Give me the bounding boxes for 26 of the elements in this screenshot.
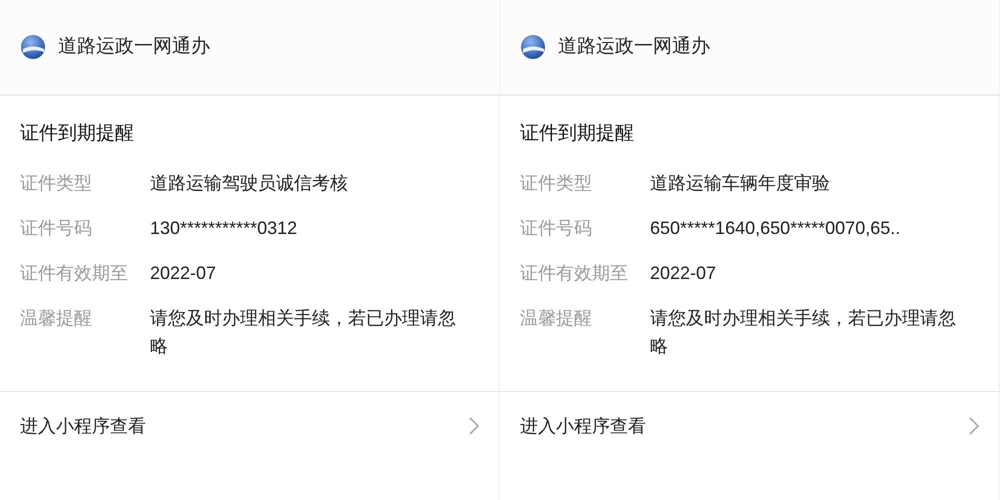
chevron-right-icon bbox=[969, 417, 979, 435]
field-value: 道路运输驾驶员诚信考核 bbox=[150, 172, 349, 194]
field-value: 请您及时办理相关手续，若已办理请忽略 bbox=[650, 306, 957, 358]
field-label: 温馨提醒 bbox=[20, 306, 93, 330]
app-logo-icon bbox=[520, 34, 546, 60]
app-name: 道路运政一网通办 bbox=[558, 34, 710, 59]
app-name: 道路运政一网通办 bbox=[58, 34, 210, 59]
field-label: 证件类型 bbox=[20, 172, 93, 194]
card-title: 证件到期提醒 bbox=[520, 122, 635, 146]
field-value: 2022-07 bbox=[150, 262, 218, 284]
field-label: 证件号码 bbox=[520, 216, 593, 240]
field-value: 请您及时办理相关手续，若已办理请忽略 bbox=[150, 306, 457, 358]
field-label: 温馨提醒 bbox=[520, 306, 593, 330]
field-value: 130***********0312 bbox=[150, 216, 298, 240]
field-value: 2022-07 bbox=[650, 262, 718, 284]
field-label: 证件类型 bbox=[520, 172, 593, 194]
card-title: 证件到期提醒 bbox=[20, 122, 135, 146]
field-label: 证件有效期至 bbox=[520, 262, 629, 284]
field-label: 证件号码 bbox=[20, 216, 93, 240]
mini-program-link[interactable]: 进入小程序查看 bbox=[500, 392, 999, 460]
field-label: 证件有效期至 bbox=[20, 262, 129, 284]
mini-program-link[interactable]: 进入小程序查看 bbox=[0, 392, 499, 460]
field-value: 650*****1640,650*****0070,65.. bbox=[650, 216, 902, 240]
chevron-right-icon bbox=[469, 417, 479, 435]
field-value: 道路运输车辆年度审验 bbox=[650, 172, 831, 194]
app-logo-icon bbox=[20, 34, 46, 60]
